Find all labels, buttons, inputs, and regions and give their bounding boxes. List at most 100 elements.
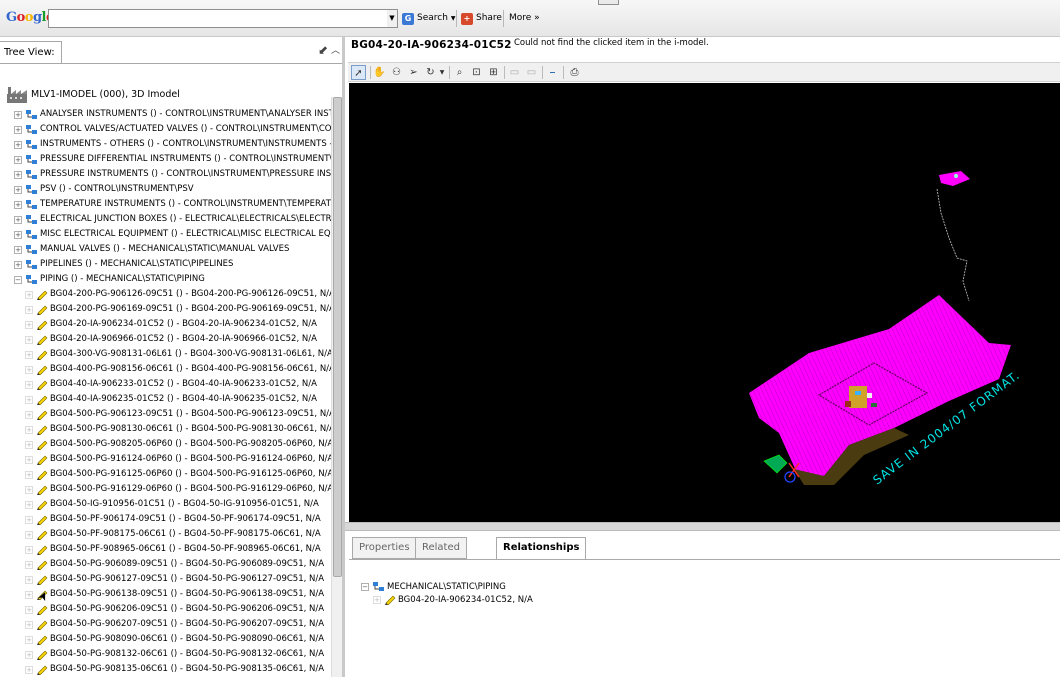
tree-category-node[interactable]: + TEMPERATURE INSTRUMENTS () - CONTROL\IN…: [14, 197, 331, 212]
unpin-icon[interactable]: ⬋: [318, 43, 328, 57]
expand-icon[interactable]: +: [25, 515, 33, 524]
zoom-tool-icon[interactable]: ⌕: [452, 65, 467, 80]
expand-icon[interactable]: +: [14, 245, 22, 254]
tree-piping-item[interactable]: + BG04-50-PG-908090-06C61 () - BG04-50-PG…: [25, 632, 324, 647]
tree-category-node[interactable]: + ANALYSER INSTRUMENTS () - CONTROL\INSTR…: [14, 107, 331, 122]
tree-root-node[interactable]: MLV1-IMODEL (000), 3D Imodel: [6, 83, 180, 105]
rotate-tool-icon[interactable]: ↻: [423, 65, 438, 80]
search-history-dropdown[interactable]: ▼: [387, 9, 398, 28]
expand-icon[interactable]: +: [373, 595, 381, 604]
tree-piping-item[interactable]: + BG04-500-PG-916124-06P60 () - BG04-500-…: [25, 452, 331, 467]
expand-icon[interactable]: +: [25, 335, 33, 344]
expand-icon[interactable]: +: [25, 560, 33, 569]
google-search-input[interactable]: [48, 9, 388, 28]
chevron-down-icon[interactable]: ▼: [438, 65, 446, 80]
tree-piping-item[interactable]: + BG04-500-PG-916129-06P60 () - BG04-500-…: [25, 482, 331, 497]
expand-icon[interactable]: +: [25, 470, 33, 479]
expand-icon[interactable]: +: [25, 635, 33, 644]
expand-icon[interactable]: +: [25, 410, 33, 419]
tab-related-items[interactable]: Related Items: [415, 537, 467, 573]
tree-piping-item[interactable]: + BG04-500-PG-916125-06P60 () - BG04-500-…: [25, 467, 331, 482]
tree-piping-item[interactable]: + BG04-50-PF-908965-06C61 () - BG04-50-PF…: [25, 542, 321, 557]
expand-icon[interactable]: +: [25, 455, 33, 464]
expand-icon[interactable]: +: [25, 350, 33, 359]
3d-viewport[interactable]: SAVE IN 2004/07 FORMAT.: [349, 83, 1060, 522]
tree-piping-item[interactable]: + BG04-20-IA-906966-01C52 () - BG04-20-IA…: [25, 332, 317, 347]
tree-piping-item[interactable]: + BG04-300-VG-908131-06L61 () - BG04-300-…: [25, 347, 331, 362]
pane-splitter[interactable]: [345, 522, 1060, 531]
expand-icon[interactable]: +: [25, 500, 33, 509]
more-button[interactable]: More »: [509, 10, 540, 27]
tree-piping-item[interactable]: + BG04-20-IA-906234-01C52 () - BG04-20-IA…: [25, 317, 317, 332]
expand-icon[interactable]: +: [14, 260, 22, 269]
expand-icon[interactable]: +: [25, 665, 33, 674]
expand-icon[interactable]: +: [25, 365, 33, 374]
expand-icon[interactable]: +: [25, 545, 33, 554]
search-button[interactable]: G Search ▼: [402, 10, 456, 27]
expand-icon[interactable]: +: [14, 185, 22, 194]
tree-piping-item[interactable]: + BG04-400-PG-908156-06C61 () - BG04-400-…: [25, 362, 331, 377]
tree-piping-item[interactable]: + BG04-50-PG-906089-09C51 () - BG04-50-PG…: [25, 557, 324, 572]
expand-icon[interactable]: +: [14, 215, 22, 224]
tree-category-node[interactable]: + PSV () - CONTROL\INSTRUMENT\PSV: [14, 182, 194, 197]
expand-icon[interactable]: +: [14, 200, 22, 209]
expand-icon[interactable]: +: [25, 605, 33, 614]
expand-icon[interactable]: +: [25, 575, 33, 584]
3d-model-render[interactable]: SAVE IN 2004/07 FORMAT.: [349, 83, 1060, 522]
scroll-up-icon[interactable]: ︿: [331, 43, 340, 56]
tab-properties[interactable]: Properties: [352, 537, 417, 559]
collapse-icon[interactable]: −: [361, 582, 369, 591]
expand-icon[interactable]: +: [14, 170, 22, 179]
tree-piping-item[interactable]: + BG04-500-PG-908205-06P60 () - BG04-500-…: [25, 437, 331, 452]
tree-view-tab[interactable]: Tree View:: [0, 41, 62, 63]
select-tool-icon[interactable]: ➚: [351, 65, 366, 80]
expand-icon[interactable]: +: [25, 620, 33, 629]
previous-view-icon[interactable]: ▭: [507, 65, 522, 80]
walk-tool-icon[interactable]: ⚇: [389, 65, 404, 80]
tab-relationships[interactable]: Relationships: [496, 537, 587, 560]
tree-piping-item[interactable]: + BG04-40-IA-906233-01C52 () - BG04-40-IA…: [25, 377, 317, 392]
tree-piping-item[interactable]: + BG04-500-PG-906123-09C51 () - BG04-500-…: [25, 407, 331, 422]
tree-category-node[interactable]: + MISC ELECTRICAL EQUIPMENT () - ELECTRIC…: [14, 227, 331, 242]
google-logo[interactable]: Google: [6, 10, 54, 25]
tree-piping-item[interactable]: + BG04-50-PG-908132-06C61 () - BG04-50-PG…: [25, 647, 324, 662]
next-view-icon[interactable]: ▭: [524, 65, 539, 80]
expand-icon[interactable]: +: [14, 140, 22, 149]
zoom-window-icon[interactable]: ⊡: [469, 65, 484, 80]
tree-piping-item[interactable]: + BG04-50-PG-906206-09C51 () - BG04-50-PG…: [25, 602, 324, 617]
tree-piping-item[interactable]: + BG04-50-PG-906127-09C51 () - BG04-50-PG…: [25, 572, 324, 587]
tree-piping-item[interactable]: + BG04-40-IA-906235-01C52 () - BG04-40-IA…: [25, 392, 317, 407]
tree-category-node[interactable]: + MANUAL VALVES () - MECHANICAL\STATIC\MA…: [14, 242, 289, 257]
print-icon[interactable]: ⎙: [567, 65, 582, 80]
tree-category-node[interactable]: + PRESSURE INSTRUMENTS () - CONTROL\INSTR…: [14, 167, 331, 182]
tree-category-node[interactable]: + PIPELINES () - MECHANICAL\STATIC\PIPELI…: [14, 257, 233, 272]
expand-icon[interactable]: +: [25, 425, 33, 434]
fly-tool-icon[interactable]: ➢: [406, 65, 421, 80]
tree-piping-item[interactable]: + BG04-50-PG-906138-09C51 () - BG04-50-PG…: [25, 587, 324, 602]
relationship-item-node[interactable]: + BG04-20-IA-906234-01C52, N/A: [373, 594, 533, 605]
tree-piping-item[interactable]: + BG04-200-PG-906126-09C51 () - BG04-200-…: [25, 287, 331, 302]
tree-category-node[interactable]: + ELECTRICAL JUNCTION BOXES () - ELECTRIC…: [14, 212, 331, 227]
tree-category-node[interactable]: − PIPING () - MECHANICAL\STATIC\PIPING: [14, 272, 205, 287]
tree-piping-item[interactable]: + BG04-50-PF-906174-09C51 () - BG04-50-PF…: [25, 512, 321, 527]
expand-icon[interactable]: +: [25, 290, 33, 299]
tree-category-node[interactable]: + INSTRUMENTS - OTHERS () - CONTROL\INSTR…: [14, 137, 331, 152]
tree-piping-item[interactable]: + BG04-50-PG-906207-09C51 () - BG04-50-PG…: [25, 617, 324, 632]
expand-icon[interactable]: +: [25, 440, 33, 449]
expand-icon[interactable]: +: [25, 305, 33, 314]
tree-scrollbar-thumb[interactable]: [333, 97, 342, 577]
expand-icon[interactable]: +: [25, 395, 33, 404]
tree-piping-item[interactable]: + BG04-500-PG-908130-06C61 () - BG04-500-…: [25, 422, 331, 437]
tree-piping-item[interactable]: + BG04-50-PF-908175-06C61 () - BG04-50-PF…: [25, 527, 321, 542]
tree-category-node[interactable]: + PRESSURE DIFFERENTIAL INSTRUMENTS () - …: [14, 152, 331, 167]
tree-category-node[interactable]: + CONTROL VALVES/ACTUATED VALVES () - CON…: [14, 122, 331, 137]
fit-view-icon[interactable]: ⊞: [486, 65, 501, 80]
tree-scrollbar[interactable]: [331, 97, 342, 677]
tree-piping-item[interactable]: + BG04-50-PG-908135-06C61 () - BG04-50-PG…: [25, 662, 324, 677]
collapse-icon[interactable]: −: [14, 275, 22, 284]
expand-icon[interactable]: +: [14, 230, 22, 239]
expand-icon[interactable]: +: [25, 650, 33, 659]
tree-piping-item[interactable]: + BG04-200-PG-906169-09C51 () - BG04-200-…: [25, 302, 331, 317]
expand-icon[interactable]: +: [25, 320, 33, 329]
expand-icon[interactable]: +: [14, 125, 22, 134]
